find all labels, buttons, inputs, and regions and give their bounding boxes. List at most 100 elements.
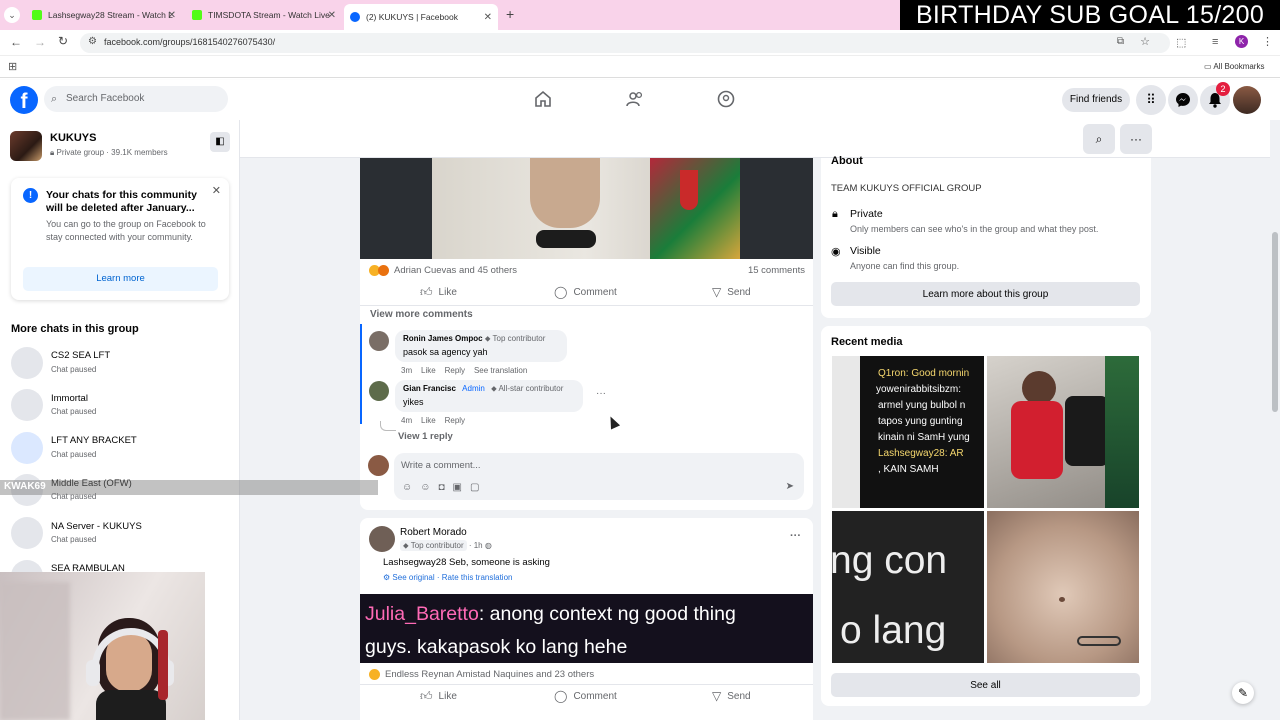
send-button[interactable]: ▽ Send xyxy=(712,285,751,299)
profile-avatar[interactable]: K xyxy=(1235,35,1248,48)
new-message-icon[interactable]: ✎ xyxy=(1232,682,1254,704)
tab-facebook[interactable]: (2) KUKUYS | Facebook ✕ xyxy=(344,4,498,30)
apps-grid-icon[interactable]: ⊞ xyxy=(8,60,17,73)
badge-icon: ⬥ xyxy=(403,541,409,550)
comment-time: 3m xyxy=(401,366,413,375)
commenter-avatar[interactable] xyxy=(369,331,389,351)
friends-icon[interactable] xyxy=(626,90,644,108)
comment-button[interactable]: ◯ Comment xyxy=(554,285,617,299)
groups-icon[interactable] xyxy=(717,90,735,108)
media-thumbnail[interactable] xyxy=(987,511,1139,663)
messenger-icon xyxy=(1176,93,1190,107)
comment-like[interactable]: Like xyxy=(421,366,436,375)
more-options-button[interactable]: ··· xyxy=(1120,124,1152,154)
install-app-icon[interactable]: ⧉ xyxy=(1117,36,1124,47)
extensions-icon[interactable]: ⬚ xyxy=(1176,36,1186,49)
messenger-button[interactable] xyxy=(1168,85,1198,115)
scrollbar-thumb[interactable] xyxy=(1272,232,1278,412)
tab-list-icon[interactable]: ⌄ xyxy=(4,7,20,23)
like-button[interactable]: 👍︎ Like xyxy=(420,285,457,300)
comment-input[interactable]: Write a comment... ☺☺◘▣▢ ➤ xyxy=(394,453,804,500)
see-all-media-button[interactable]: See all xyxy=(831,673,1140,697)
comment-bubble: Gian Francisc Admin ⬥ All-star contribut… xyxy=(395,380,583,412)
page-scrollbar[interactable] xyxy=(1270,120,1280,720)
search-facebook-input[interactable]: ⌕ Search Facebook xyxy=(44,86,228,112)
close-tab-icon[interactable]: ✕ xyxy=(328,10,336,21)
privacy-description: Only members can see who's in the group … xyxy=(850,224,1099,234)
home-icon[interactable] xyxy=(534,90,552,108)
reload-icon[interactable]: ↻ xyxy=(58,34,68,48)
see-original-link[interactable]: See original xyxy=(392,573,434,582)
camera-icon[interactable]: ◘ xyxy=(438,482,452,493)
reaction-summary[interactable]: Adrian Cuevas and 45 others xyxy=(369,265,517,276)
avatar-sticker-icon[interactable]: ☺ xyxy=(402,482,420,493)
url-box[interactable]: ⚙ facebook.com/groups/1681540276075430/ … xyxy=(80,33,1170,53)
comment-author[interactable]: Gian Francisc xyxy=(403,384,456,393)
author-avatar[interactable] xyxy=(369,526,395,552)
facebook-logo-icon[interactable]: f xyxy=(10,86,38,114)
gif-icon[interactable]: ▣ xyxy=(452,482,469,493)
thumb-line: Lashsegway28: AR xyxy=(878,448,964,459)
comment-button[interactable]: ◯ Comment xyxy=(554,689,617,703)
emoji-icon[interactable]: ☺ xyxy=(420,482,438,493)
close-tab-icon[interactable]: ✕ xyxy=(484,12,492,23)
post-time[interactable]: 1h xyxy=(474,541,483,550)
send-button[interactable]: ▽ Send xyxy=(712,689,751,703)
post-more-icon[interactable]: ··· xyxy=(790,530,801,542)
learn-more-about-group-button[interactable]: Learn more about this group xyxy=(831,282,1140,306)
commenter-avatar[interactable] xyxy=(369,381,389,401)
profile-avatar[interactable] xyxy=(1233,86,1261,114)
reading-list-icon[interactable]: ≡ xyxy=(1212,36,1218,48)
view-reply[interactable]: View 1 reply xyxy=(398,431,453,442)
notice-title: Your chats for this community will be de… xyxy=(46,189,197,214)
media-thumbnail[interactable]: ng con o lang xyxy=(832,511,984,663)
see-translation[interactable]: See translation xyxy=(474,366,527,375)
close-icon[interactable]: ✕ xyxy=(212,184,221,197)
browser-menu-icon[interactable]: ⋮ xyxy=(1262,35,1273,48)
recent-media-title: Recent media xyxy=(831,336,903,348)
comment-more-icon[interactable]: ··· xyxy=(596,388,606,399)
group-meta-text: Private group · 39.1K members xyxy=(56,148,168,157)
post-image[interactable] xyxy=(360,158,813,259)
thumb-line: armel yung bulbol n xyxy=(878,400,966,411)
find-friends-button[interactable]: Find friends xyxy=(1062,88,1130,112)
badge-label: All-star contributor xyxy=(498,384,564,393)
warning-icon: ! xyxy=(23,188,38,203)
thumb-line: tapos yung gunting xyxy=(878,416,963,427)
media-thumbnail[interactable] xyxy=(987,356,1139,508)
like-button[interactable]: 👍︎ Like xyxy=(420,689,457,704)
reaction-summary[interactable]: Endless Reynan Amistad Naquines and 23 o… xyxy=(369,669,594,680)
comment-author[interactable]: Ronin James Ompoc xyxy=(403,334,483,343)
top-contributor-badge: ⬥ Top contributor xyxy=(485,334,546,343)
media-thumbnail[interactable]: Q1ron: Good mornin yowenirabbitsibzm: ar… xyxy=(832,356,984,508)
post-image[interactable]: Julia_Baretto: anong context ng good thi… xyxy=(360,594,813,663)
learn-more-button[interactable]: Learn more xyxy=(23,267,218,291)
menu-grid-button[interactable]: ⠿ xyxy=(1136,85,1166,115)
view-more-comments[interactable]: View more comments xyxy=(370,309,473,320)
group-avatar[interactable] xyxy=(10,131,42,161)
back-icon[interactable]: ← xyxy=(10,35,22,49)
group-name[interactable]: KUKUYS xyxy=(50,132,96,144)
search-group-button[interactable]: ⌕ xyxy=(1083,124,1115,154)
comment-count[interactable]: 15 comments xyxy=(748,265,805,276)
comment-like[interactable]: Like xyxy=(421,416,436,425)
rate-translation-link[interactable]: Rate this translation xyxy=(442,573,513,582)
comment-reply[interactable]: Reply xyxy=(445,416,465,425)
chat-avatar xyxy=(11,432,43,464)
sticker-icon[interactable]: ▢ xyxy=(470,482,487,493)
new-tab-icon[interactable]: + xyxy=(506,6,514,22)
forward-icon[interactable]: → xyxy=(34,35,46,49)
site-info-icon[interactable]: ⚙ xyxy=(88,36,97,47)
post-author[interactable]: Robert Morado xyxy=(400,527,467,538)
comment-reply[interactable]: Reply xyxy=(445,366,465,375)
tab-lashsegway[interactable]: Lashsegway28 Stream - Watch L ✕ xyxy=(26,4,182,26)
globe-icon: ◍ xyxy=(484,541,492,550)
bookmark-star-icon[interactable]: ☆ xyxy=(1140,35,1150,48)
tab-timsdota[interactable]: TIMSDOTA Stream - Watch Live ✕ xyxy=(186,4,342,26)
user-avatar xyxy=(368,455,389,476)
all-bookmarks[interactable]: ▭ All Bookmarks xyxy=(1204,62,1264,71)
comment-text: pasok sa agency yah xyxy=(403,347,488,357)
send-comment-icon[interactable]: ➤ xyxy=(786,481,794,492)
sidebar-toggle-icon[interactable]: ◧ xyxy=(210,132,230,152)
close-tab-icon[interactable]: ✕ xyxy=(168,10,176,21)
